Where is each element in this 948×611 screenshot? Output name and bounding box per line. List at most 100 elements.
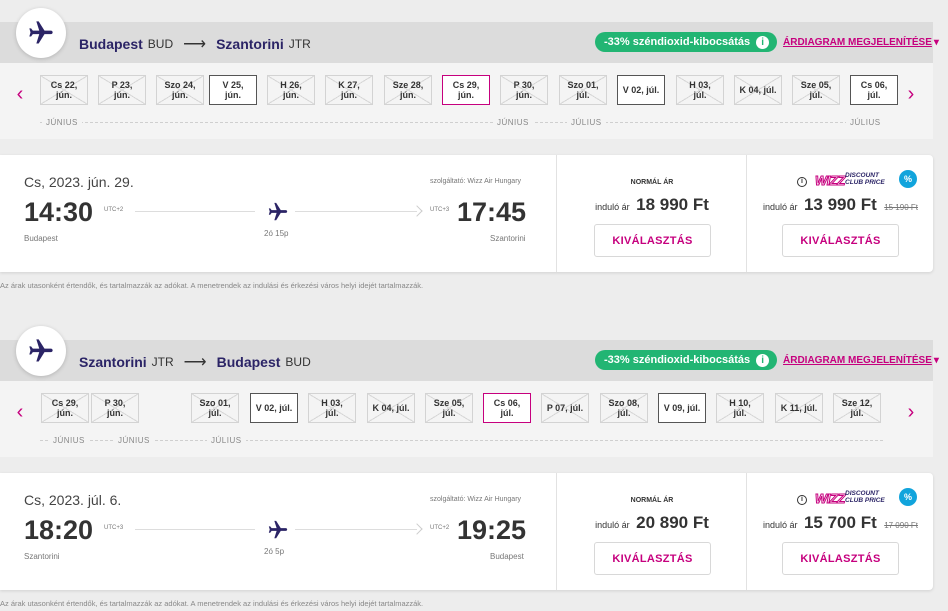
date-chip-unavailable: K 11, júl. (775, 393, 823, 423)
date-chip-label: Cs 06, júl. (493, 398, 521, 418)
date-selector: ‹ Cs 22, jún. P 23, jún. Szo 24, jún. V 25, jún… (0, 63, 933, 139)
date-chip-label: Sze 12, júl. (841, 398, 873, 418)
date-chip-unavailable: Szo 01, júl. (559, 75, 607, 105)
chevron-left-icon[interactable]: ‹ (11, 83, 29, 106)
date-chip-available[interactable]: V 09, júl. (658, 393, 706, 423)
price-chart-link[interactable]: ÁRDIAGRAM MEGJELENÍTÉSE ▾ (783, 355, 939, 366)
date-chip-label: H 26, jún. (280, 80, 302, 100)
date-chip-unavailable: Sze 12, júl. (833, 393, 881, 423)
plane-icon (267, 201, 289, 228)
date-chip-available[interactable]: V 02, júl. (250, 393, 298, 423)
route-arrow-icon: ⟶ (183, 354, 207, 371)
flight-card: Cs, 2023. jún. 29. szolgáltató: Wizz Air… (0, 155, 933, 272)
club-price: induló ár 15 700 Ft 17 090 Ft (747, 513, 934, 533)
plane-logo-icon (16, 326, 66, 376)
arrival-time: 17:45 (457, 197, 527, 227)
date-chip-label: V 02, júl. (255, 403, 293, 413)
select-club-price-button[interactable]: KIVÁLASZTÁS (782, 224, 899, 257)
discount-badge-icon: % (899, 488, 917, 506)
disclaimer-text: Az árak utasonként értendők, és tartalma… (0, 281, 424, 290)
operator-label: szolgáltató: Wizz Air Hungary (430, 496, 522, 503)
date-chip-label: V 09, júl. (663, 403, 701, 413)
date-chip-unavailable: Sze 28, jún. (384, 75, 432, 105)
club-price-column: i WIZZ DISCOUNT CLUB PRICE % induló ár 13… (746, 155, 933, 272)
destination-city: Budapest (216, 354, 281, 370)
month-label: JÚLIUS (567, 118, 606, 127)
date-chip-label: V 02, júl. (622, 85, 660, 95)
date-chip-unavailable: Szo 08, júl. (600, 393, 648, 423)
arrival-city: Budapest (490, 552, 524, 561)
month-label: JÚNIUS (42, 118, 82, 127)
date-chip-selected[interactable]: Cs 29, jún. (442, 75, 490, 105)
departure-city: Szantorini (24, 552, 60, 561)
disclaimer-text: Az árak utasonként értendők, és tartalma… (0, 599, 424, 608)
date-chip-unavailable: K 27, jún. (325, 75, 373, 105)
date-chip-label: Cs 29, jún. (452, 80, 480, 100)
price-amount: 20 890 Ft (636, 513, 709, 532)
date-chip-label: Cs 29, jún. (51, 398, 79, 418)
info-icon[interactable]: i (756, 353, 770, 367)
date-chip-label: Cs 06, júl. (860, 80, 888, 100)
chevron-down-icon: ▾ (933, 37, 939, 48)
month-divider (40, 122, 883, 134)
normal-price-title: NORMÁL ÁR (630, 179, 674, 186)
date-chip-available[interactable]: V 02, júl. (617, 75, 665, 105)
date-chip-label: H 03, júl. (689, 80, 711, 100)
date-chip-available[interactable]: V 25, jún. (209, 75, 257, 105)
arrival-utc: UTC+3 (430, 207, 450, 213)
discount-badge-icon: % (899, 170, 917, 188)
select-club-price-button[interactable]: KIVÁLASZTÁS (782, 542, 899, 575)
price-chart-link-label: ÁRDIAGRAM MEGJELENÍTÉSE (783, 37, 932, 48)
route-header: Szantorini JTR ⟶ Budapest BUD -33% szénd… (0, 340, 939, 381)
date-chip-label: Sze 05, júl. (433, 398, 465, 418)
destination-code: BUD (285, 355, 311, 369)
plane-logo-icon (16, 8, 66, 58)
info-icon[interactable]: i (797, 495, 807, 505)
price-amount: 13 990 Ft (803, 195, 877, 214)
price-from-label: induló ár (595, 202, 630, 212)
route-header: Budapest BUD ⟶ Szantorini JTR -33% szénd… (0, 22, 939, 63)
date-chip-label: Cs 22, jún. (50, 80, 78, 100)
date-chip-label: P 30, jún. (104, 398, 126, 418)
logo-wizz-text: WIZZ (815, 491, 846, 507)
departure-time: 14:30 (24, 197, 94, 227)
route-title: Szantorini JTR ⟶ Budapest BUD (79, 352, 311, 372)
date-selector: ‹ Cs 29, jún. P 30, jún. Szo 01, júl. V 02, jú… (0, 381, 933, 457)
date-chip-label: P 30, jún. (513, 80, 535, 100)
date-chip-unavailable: P 30, jún. (91, 393, 139, 423)
chevron-left-icon[interactable]: ‹ (11, 401, 29, 424)
normal-price: induló ár 18 990 Ft (557, 195, 747, 215)
co2-badge-label: -33% széndioxid-kibocsátás (604, 354, 751, 366)
date-chip-label: K 04, júl. (739, 85, 777, 95)
date-chip-unavailable: P 30, jún. (500, 75, 548, 105)
departure-utc: UTC+3 (104, 525, 124, 531)
select-normal-price-button[interactable]: KIVÁLASZTÁS (594, 224, 711, 257)
month-label: JÚLIUS (846, 118, 885, 127)
co2-badge[interactable]: -33% széndioxid-kibocsátás i (595, 32, 778, 52)
chevron-right-icon[interactable]: › (902, 401, 920, 424)
normal-price-title: NORMÁL ÁR (630, 497, 674, 504)
departure-city: Budapest (24, 234, 58, 243)
date-chip-label: H 10, júl. (729, 398, 751, 418)
month-divider (40, 440, 883, 452)
co2-badge-label: -33% széndioxid-kibocsátás (604, 36, 751, 48)
chevron-right-icon[interactable]: › (902, 83, 920, 106)
date-chip-label: Szo 08, júl. (608, 398, 640, 418)
old-price: 17 090 Ft (884, 521, 918, 530)
price-chart-link[interactable]: ÁRDIAGRAM MEGJELENÍTÉSE ▾ (783, 37, 939, 48)
date-chip-unavailable: Szo 01, júl. (191, 393, 239, 423)
price-from-label: induló ár (595, 520, 630, 530)
info-icon[interactable]: i (756, 35, 770, 49)
price-amount: 18 990 Ft (636, 195, 709, 214)
date-chip-available[interactable]: Cs 06, júl. (850, 75, 898, 105)
select-normal-price-button[interactable]: KIVÁLASZTÁS (594, 542, 711, 575)
info-icon[interactable]: i (797, 177, 807, 187)
price-from-label: induló ár (762, 202, 798, 212)
date-chip-label: Sze 28, jún. (392, 80, 424, 100)
date-chip-unavailable: H 10, júl. (716, 393, 764, 423)
date-chip-unavailable: K 04, júl. (734, 75, 782, 105)
origin-city: Budapest (79, 36, 143, 52)
month-label: JÚNIUS (114, 436, 154, 445)
date-chip-selected[interactable]: Cs 06, júl. (483, 393, 531, 423)
co2-badge[interactable]: -33% széndioxid-kibocsátás i (595, 350, 778, 370)
